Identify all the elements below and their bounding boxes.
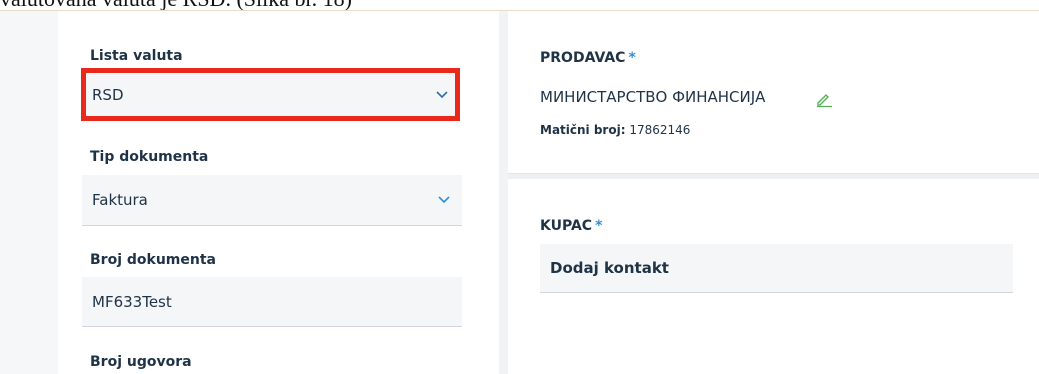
currency-select[interactable]: RSD xyxy=(82,72,460,119)
reg-value: 17862146 xyxy=(629,123,691,137)
document-caption: valutovana valuta je RSD. (Slika br. 18) xyxy=(0,0,1039,10)
pencil-icon[interactable] xyxy=(815,91,833,107)
currency-label: Lista valuta xyxy=(90,48,183,64)
seller-title-text: PRODAVAC xyxy=(540,50,626,66)
doc-number-value: MF633Test xyxy=(92,292,172,311)
seller-registration-number: Matični broj: 17862146 xyxy=(540,123,690,137)
doc-type-value: Faktura xyxy=(92,191,148,209)
buyer-title-text: KUPAC xyxy=(540,218,593,234)
contract-number-label: Broj ugovora xyxy=(90,354,192,370)
doc-type-label: Tip dokumenta xyxy=(90,149,209,165)
currency-value: RSD xyxy=(92,86,124,104)
chevron-down-icon xyxy=(436,91,448,99)
left-gutter xyxy=(0,11,58,374)
column-divider xyxy=(499,11,508,374)
seller-name: МИНИСТАРСТВО ФИНАНСИЈА xyxy=(540,88,766,106)
doc-number-input[interactable]: MF633Test xyxy=(82,277,462,327)
add-contact-label: Dodaj kontakt xyxy=(550,259,669,277)
buyer-title: KUPAC * xyxy=(540,218,602,234)
doc-type-select[interactable]: Faktura xyxy=(82,175,462,226)
required-marker: * xyxy=(628,50,636,66)
chevron-down-icon xyxy=(438,196,450,204)
doc-number-label: Broj dokumenta xyxy=(90,252,216,268)
caption-text: valutovana valuta je RSD. (Slika br. 18) xyxy=(0,0,352,10)
required-marker: * xyxy=(595,218,603,234)
reg-label: Matični broj: xyxy=(540,123,626,137)
seller-title: PRODAVAC * xyxy=(540,50,636,66)
add-contact-button[interactable]: Dodaj kontakt xyxy=(540,244,1013,293)
